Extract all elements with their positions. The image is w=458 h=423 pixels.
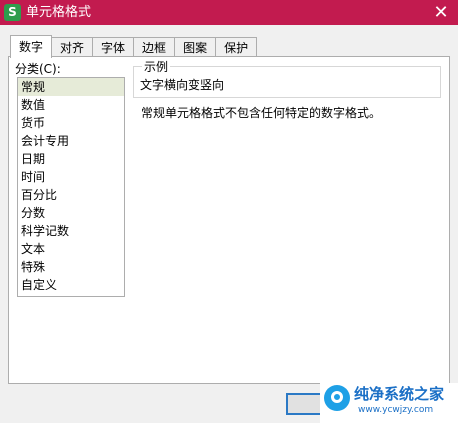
format-description: 常规单元格格式不包含任何特定的数字格式。 [141,106,382,120]
logo-ring-icon [331,391,343,403]
list-item[interactable]: 文本 [18,240,124,258]
watermark: 纯净系统之家 www.ycwjzy.com [320,383,458,423]
sample-value: 文字横向变竖向 [140,78,225,92]
titlebar: S 单元格格式 ✕ [0,0,458,25]
list-item[interactable]: 科学记数 [18,222,124,240]
list-item[interactable]: 货币 [18,114,124,132]
logo-icon [324,385,350,411]
tab-pattern[interactable]: 图案 [175,37,217,58]
list-item[interactable]: 百分比 [18,186,124,204]
tab-protection[interactable]: 保护 [216,37,258,58]
list-item[interactable]: 会计专用 [18,132,124,150]
tab-alignment[interactable]: 对齐 [52,37,94,58]
tab-border[interactable]: 边框 [134,37,176,58]
list-item[interactable]: 日期 [18,150,124,168]
watermark-url: www.ycwjzy.com [358,405,434,415]
tab-font[interactable]: 字体 [93,37,135,58]
tab-bar: 数字 对齐 字体 边框 图案 保护 [10,35,258,58]
list-item[interactable]: 时间 [18,168,124,186]
watermark-title: 纯净系统之家 [354,385,445,403]
list-item[interactable]: 常规 [18,78,124,96]
close-icon[interactable]: ✕ [430,3,452,23]
sample-legend: 示例 [142,58,171,75]
list-item[interactable]: 分数 [18,204,124,222]
sample-group: 示例 文字横向变竖向 [133,58,441,98]
category-list[interactable]: 常规 数值 货币 会计专用 日期 时间 百分比 分数 科学记数 文本 特殊 自定… [17,77,125,297]
list-item[interactable]: 自定义 [18,276,124,294]
list-item[interactable]: 特殊 [18,258,124,276]
app-icon: S [4,4,21,21]
tab-panel-number: 分类(C): 常规 数值 货币 会计专用 日期 时间 百分比 分数 科学记数 文… [8,56,450,384]
category-label: 分类(C): [15,62,61,76]
tab-number[interactable]: 数字 [10,35,53,58]
dialog-client: 数字 对齐 字体 边框 图案 保护 分类(C): 常规 数值 货币 会计专用 日… [0,25,458,423]
window-title: 单元格格式 [26,5,92,20]
list-item[interactable]: 数值 [18,96,124,114]
